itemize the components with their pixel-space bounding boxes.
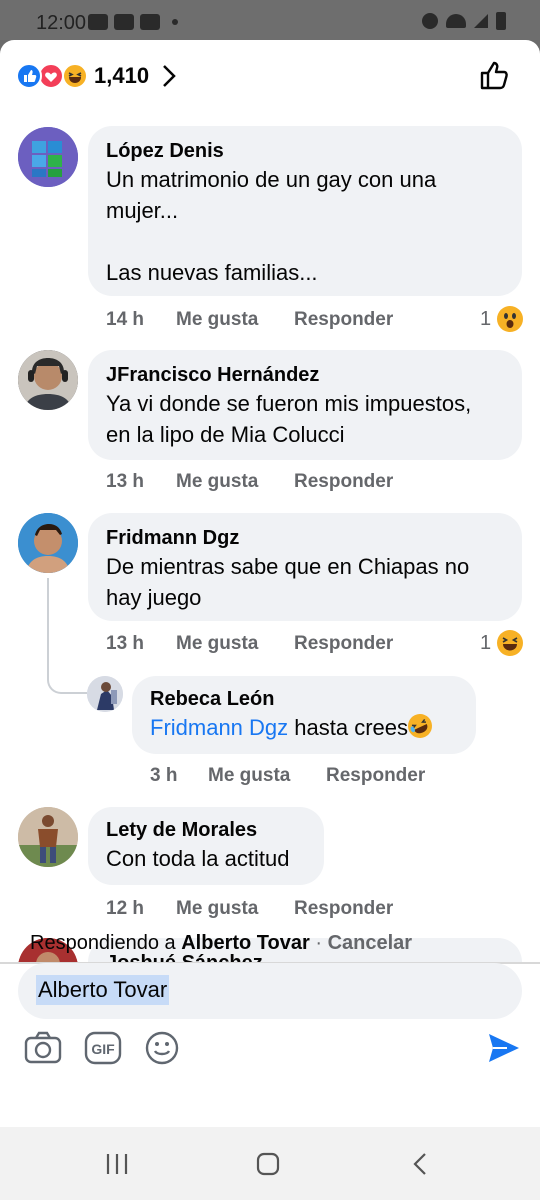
thumbs-up-icon[interactable]: [478, 58, 512, 92]
replying-prefix: Respondiendo a: [30, 932, 182, 954]
comment-text: De mientras sabe que en Chiapas no hay j…: [106, 554, 470, 610]
cancel-reply-button[interactable]: Cancelar: [328, 932, 413, 954]
gallery-notification-icon: [114, 14, 134, 30]
avatar[interactable]: [87, 676, 123, 712]
system-nav-bar: [0, 1127, 540, 1200]
haha-icon: [497, 630, 524, 656]
reply-bubble[interactable]: Rebeca León Fridmann Dgz hasta crees: [132, 676, 476, 754]
comment-text: Ya vi donde se fueron mis impuestos, en …: [106, 391, 472, 447]
haha-icon: [62, 63, 88, 89]
reply-actions: 3 h Me gusta Responder: [150, 765, 425, 787]
comment-author[interactable]: Lety de Morales: [106, 817, 306, 843]
comment-time: 13 h: [106, 471, 145, 492]
comment-time: 12 h: [106, 898, 145, 919]
comment-text: Con toda la actitud: [106, 846, 290, 871]
signal-icon: [474, 14, 488, 28]
comment-text: Un matrimonio de un gay con una mujer...…: [106, 167, 437, 285]
wifi-icon: [446, 14, 466, 28]
comment-actions: 12 h Me gusta Responder: [106, 898, 393, 920]
like-link[interactable]: Me gusta: [176, 471, 294, 493]
comment-reactions[interactable]: 1: [480, 630, 524, 656]
comment-author[interactable]: López Denis: [106, 138, 504, 164]
camera-icon[interactable]: [24, 1030, 62, 1066]
like-link[interactable]: Me gusta: [176, 309, 294, 331]
comment-actions: 13 h Me gusta Responder: [106, 633, 393, 655]
comment-bubble[interactable]: Fridmann Dgz De mientras sabe que en Chi…: [88, 513, 522, 621]
status-bar: 12:00: [0, 0, 540, 40]
status-time: 12:00: [36, 12, 87, 34]
send-icon[interactable]: [486, 1030, 522, 1066]
reply-link[interactable]: Responder: [326, 765, 425, 787]
chevron-right-icon: [163, 65, 176, 87]
wow-icon: [497, 306, 524, 332]
comment-reactions[interactable]: 1: [480, 306, 524, 332]
comment-actions: 14 h Me gusta Responder: [106, 309, 393, 331]
comment-input-value[interactable]: Alberto Tovar: [36, 975, 170, 1005]
replying-name: Alberto Tovar: [181, 932, 310, 954]
reply-author[interactable]: Rebeca León: [150, 686, 458, 712]
avatar[interactable]: [18, 127, 78, 187]
like-link[interactable]: Me gusta: [176, 633, 294, 655]
comment-bubble[interactable]: JFrancisco Hernández Ya vi donde se fuer…: [88, 350, 522, 460]
comment-bubble[interactable]: Lety de Morales Con toda la actitud: [88, 807, 324, 885]
avatar[interactable]: [18, 513, 78, 573]
replying-to-bar: Respondiendo a Alberto Tovar · Cancelar: [30, 932, 412, 955]
recent-apps-icon[interactable]: [104, 1151, 130, 1177]
comment-time: 13 h: [106, 633, 145, 654]
reply-link[interactable]: Responder: [294, 633, 393, 655]
reply-link[interactable]: Responder: [294, 471, 393, 493]
comment-bubble[interactable]: López Denis Un matrimonio de un gay con …: [88, 126, 522, 296]
avatar[interactable]: [18, 350, 78, 410]
rofl-icon: [404, 710, 436, 742]
more-notifications-icon: [172, 19, 178, 25]
reply-text: hasta crees: [288, 715, 408, 740]
youtube-notification-icon: [140, 14, 160, 30]
reply-thread-line: [47, 578, 87, 694]
reply-link[interactable]: Responder: [294, 309, 393, 331]
back-icon[interactable]: [408, 1151, 434, 1177]
reply-link[interactable]: Responder: [294, 898, 393, 920]
reaction-count: 1: [480, 307, 492, 330]
like-icon: [16, 63, 42, 89]
mention-link[interactable]: Fridmann Dgz: [150, 715, 288, 740]
gif-icon[interactable]: GIF: [84, 1030, 122, 1066]
reply-time: 3 h: [150, 765, 178, 786]
alarm-icon: [422, 13, 438, 29]
reaction-count: 1,410: [94, 63, 150, 88]
comment-time: 14 h: [106, 309, 145, 330]
reaction-count: 1: [480, 631, 492, 654]
svg-text:GIF: GIF: [91, 1041, 115, 1057]
comment-author[interactable]: Fridmann Dgz: [106, 525, 504, 551]
reactions-summary[interactable]: 1,410: [0, 40, 540, 112]
battery-icon: [496, 12, 506, 30]
youtube-notification-icon: [88, 14, 108, 30]
emoji-icon[interactable]: [144, 1030, 180, 1066]
like-link[interactable]: Me gusta: [208, 765, 326, 787]
comment-author[interactable]: JFrancisco Hernández: [106, 362, 504, 388]
comment-input[interactable]: Alberto Tovar: [18, 963, 522, 1019]
home-icon[interactable]: [255, 1151, 281, 1177]
avatar[interactable]: [18, 807, 78, 867]
comment-actions: 13 h Me gusta Responder: [106, 471, 393, 493]
separator: ·: [309, 932, 328, 954]
like-link[interactable]: Me gusta: [176, 898, 294, 920]
